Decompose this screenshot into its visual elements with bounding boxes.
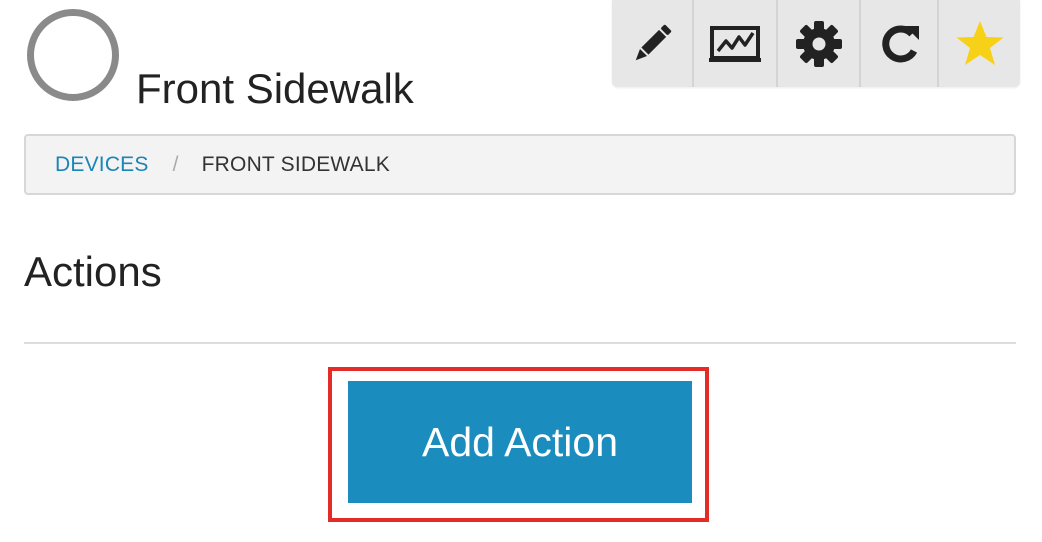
section-divider: [24, 342, 1016, 344]
star-icon: [956, 20, 1003, 65]
device-toolbar: [612, 0, 1020, 87]
gear-icon: [795, 20, 842, 67]
breadcrumb-devices-link[interactable]: DEVICES: [55, 153, 149, 177]
breadcrumb-current: FRONT SIDEWALK: [201, 152, 390, 176]
actions-heading: Actions: [24, 248, 162, 295]
chart-icon: [709, 25, 761, 62]
pencil-icon: [635, 24, 672, 60]
page-title: Front Sidewalk: [136, 65, 414, 112]
status-circle-icon: [27, 9, 119, 101]
add-action-button[interactable]: Add Action: [348, 381, 692, 503]
favorite-button[interactable]: [937, 0, 1020, 87]
refresh-icon: [882, 24, 919, 62]
edit-button[interactable]: [612, 0, 692, 87]
settings-button[interactable]: [776, 0, 859, 87]
breadcrumb: DEVICES / FRONT SIDEWALK: [24, 134, 1016, 195]
refresh-button[interactable]: [859, 0, 937, 87]
chart-button[interactable]: [692, 0, 776, 87]
breadcrumb-separator: /: [172, 152, 179, 176]
